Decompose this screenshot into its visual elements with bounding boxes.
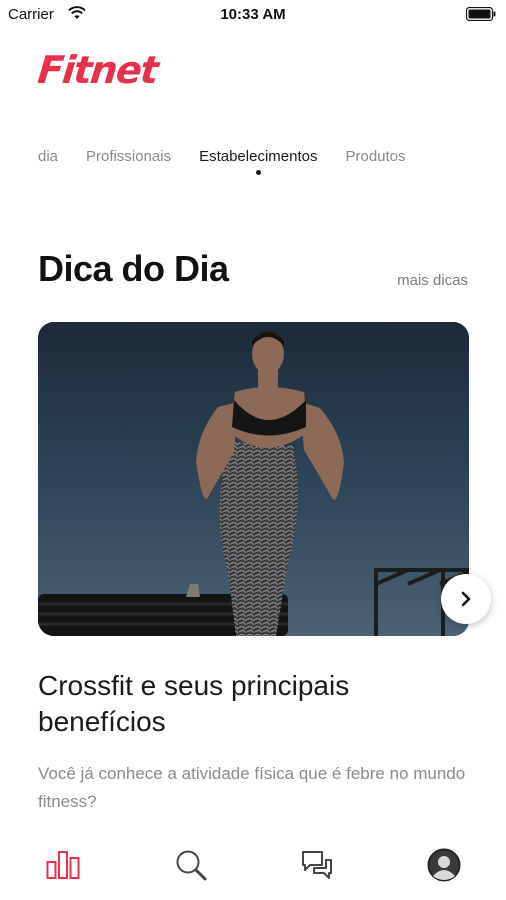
search-icon [176, 850, 207, 881]
tip-hero-card[interactable] [38, 322, 469, 636]
tab-label: Estabelecimentos [199, 148, 318, 165]
status-bar: Carrier 10:33 AM [0, 0, 506, 28]
tab-profissionais[interactable]: Profissionais [86, 148, 171, 165]
active-tab-indicator [256, 170, 262, 175]
nav-stats[interactable] [38, 840, 88, 890]
fitnet-logo[interactable]: Fitnet [36, 48, 160, 92]
article-title[interactable]: Crossfit e seus principais benefícios [38, 668, 458, 740]
section-title: Dica do Dia [38, 248, 229, 289]
nav-chat[interactable] [292, 840, 342, 890]
chat-bubbles-icon [302, 851, 332, 879]
tab-label: Profissionais [86, 148, 172, 165]
bar-chart-icon [46, 851, 80, 879]
tab-estabelecimentos[interactable]: Estabelecimentos [199, 148, 318, 175]
athlete-photo [38, 322, 469, 636]
article-description: Você já conhece a atividade física que é… [38, 764, 466, 811]
more-tips-link[interactable]: mais dicas [397, 272, 468, 289]
app-screen: Carrier 10:33 AM Fitnet dia Profissionai… [0, 0, 506, 900]
tab-produtos[interactable]: Produtos [345, 148, 405, 165]
chevron-right-icon [461, 591, 471, 607]
tab-label: dia [38, 148, 59, 165]
nav-profile[interactable] [419, 840, 469, 890]
clock-time: 10:33 AM [220, 6, 286, 23]
category-tabs: dia Profissionais Estabelecimentos Produ… [38, 148, 506, 184]
next-tip-button[interactable] [441, 574, 491, 624]
nav-search[interactable] [166, 840, 216, 890]
battery-icon [466, 7, 496, 21]
bottom-tab-bar [0, 832, 506, 900]
tab-dia[interactable]: dia [38, 148, 58, 165]
tab-label: Produtos [345, 148, 406, 165]
avatar-icon [427, 848, 461, 882]
